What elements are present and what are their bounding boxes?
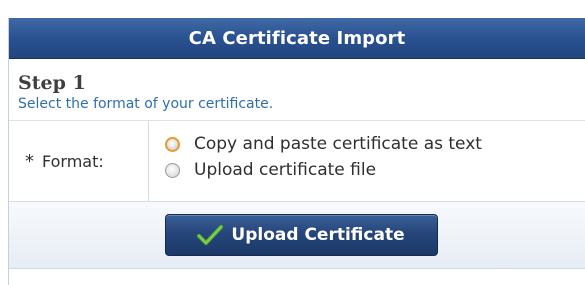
format-options: Copy and paste certificate as text Uploa… [149, 121, 482, 201]
format-option-upload-file[interactable]: Upload certificate file [165, 157, 482, 183]
step-heading: Step 1 [18, 72, 86, 94]
action-footer: Upload Certificate [9, 202, 585, 269]
format-option-upload-file-label: Upload certificate file [194, 160, 377, 180]
format-option-paste-text-label: Copy and paste certificate as text [194, 134, 482, 154]
step-section: Step 1 Select the format of your certifi… [9, 59, 585, 121]
format-label-cell: * Format: [9, 121, 149, 201]
radio-paste-text[interactable] [165, 136, 180, 152]
format-row: * Format: Copy and paste certificate as … [9, 121, 585, 202]
step-description: Select the format of your certificate. [18, 96, 274, 112]
upload-certificate-label: Upload Certificate [231, 225, 405, 245]
format-option-paste-text[interactable]: Copy and paste certificate as text [165, 131, 482, 157]
required-asterisk: * [25, 150, 34, 172]
format-label: Format: [42, 151, 104, 171]
radio-upload-file[interactable] [165, 162, 180, 178]
checkmark-icon [197, 224, 224, 246]
upload-certificate-button[interactable]: Upload Certificate [164, 214, 438, 256]
ca-certificate-import-panel: CA Certificate Import Step 1 Select the … [8, 18, 585, 285]
dialog-title: CA Certificate Import [9, 18, 585, 59]
